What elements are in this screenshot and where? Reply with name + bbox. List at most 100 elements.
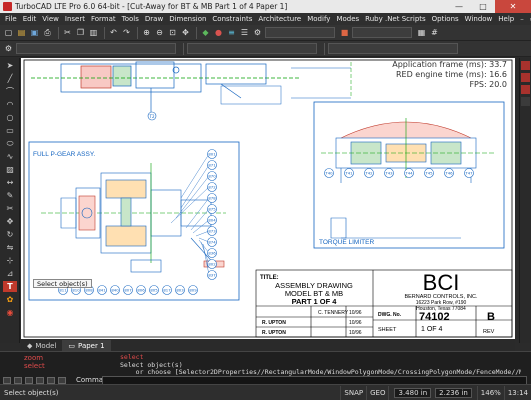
menu-edit[interactable]: Edit xyxy=(20,15,40,23)
render-tool-icon[interactable]: ◉ xyxy=(3,307,17,318)
symbol-tool-icon[interactable]: ✿ xyxy=(3,294,17,305)
measure-tool-icon[interactable]: ⊿ xyxy=(3,268,17,279)
paste-icon[interactable]: ▥ xyxy=(88,27,99,38)
redo-icon[interactable]: ↷ xyxy=(121,27,132,38)
top-assembly-view xyxy=(31,61,301,118)
select-arrow-icon[interactable]: ➤ xyxy=(3,60,17,71)
menu-constraints[interactable]: Constraints xyxy=(209,15,255,23)
doc-minimize-button[interactable]: – xyxy=(517,15,527,23)
panel-toggle-icon[interactable] xyxy=(521,73,530,82)
arc-tool-icon[interactable]: ◠ xyxy=(3,99,17,110)
settings-icon[interactable]: ⚙ xyxy=(252,27,263,38)
open-folder-icon[interactable]: ▤ xyxy=(16,27,27,38)
title-block-text: TITLE: ASSEMBLY DRAWING MODEL BT & MB PA… xyxy=(260,270,495,336)
menu-draw[interactable]: Draw xyxy=(142,15,166,23)
menu-window[interactable]: Window xyxy=(462,15,496,23)
command-option-button[interactable] xyxy=(58,376,66,384)
menu-ruby-net-scripts[interactable]: Ruby .Net Scripts xyxy=(362,15,428,23)
y-coordinate[interactable]: 2.236 in xyxy=(435,387,472,398)
geo-toggle[interactable]: GEO xyxy=(366,385,388,400)
rectangle-tool-icon[interactable]: ▭ xyxy=(3,125,17,136)
layer-combo[interactable] xyxy=(265,27,335,38)
menu-modify[interactable]: Modify xyxy=(304,15,333,23)
gear-icon[interactable]: ⚙ xyxy=(3,43,14,54)
callout-balloon: 802 xyxy=(207,259,217,269)
x-coordinate[interactable]: 3.480 in xyxy=(394,387,432,398)
dimension-tool-icon[interactable]: ↔ xyxy=(3,177,17,188)
print-icon[interactable]: ⎙ xyxy=(42,27,53,38)
title-line-3: PART 1 OF 4 xyxy=(292,297,338,306)
tab-paper-1[interactable]: ▭ Paper 1 xyxy=(62,340,111,351)
balloon-label: 808 xyxy=(85,288,93,293)
trim-tool-icon[interactable]: ✂ xyxy=(3,203,17,214)
ellipse-tool-icon[interactable]: ⬭ xyxy=(3,138,17,149)
balloon-label: 871 xyxy=(208,163,216,168)
zoom-in-icon[interactable]: ⊕ xyxy=(141,27,152,38)
torque-balloon-group: T40 T41 T42 T43 T44 T45 T46 T47 xyxy=(324,168,474,178)
maximize-button[interactable]: □ xyxy=(471,0,495,13)
rotate-tool-icon[interactable]: ↻ xyxy=(3,229,17,240)
menu-format[interactable]: Format xyxy=(88,15,119,23)
panel-toggle-icon[interactable] xyxy=(521,97,530,106)
cut-icon[interactable]: ✂ xyxy=(62,27,73,38)
curve-tool-icon[interactable]: ∿ xyxy=(3,151,17,162)
undo-icon[interactable]: ↶ xyxy=(108,27,119,38)
doc-restore-button[interactable]: ▭ xyxy=(527,15,531,23)
color-icon[interactable]: ■ xyxy=(339,27,350,38)
pgear-balloon-group: 801 871 870 872 878 875 804 873 874 836 802 837 xyxy=(207,149,217,280)
zoom-out-icon[interactable]: ⊖ xyxy=(154,27,165,38)
modify-tool-icon[interactable]: ✎ xyxy=(3,190,17,201)
menu-modes[interactable]: Modes xyxy=(333,15,362,23)
snap-toggle[interactable]: SNAP xyxy=(340,385,366,400)
mirror-tool-icon[interactable]: ⇋ xyxy=(3,242,17,253)
properties-icon[interactable]: ☰ xyxy=(239,27,250,38)
menu-file[interactable]: File xyxy=(2,15,20,23)
menu-architecture[interactable]: Architecture xyxy=(255,15,304,23)
copy-icon[interactable]: ❐ xyxy=(75,27,86,38)
menu-help[interactable]: Help xyxy=(495,15,517,23)
style-combo[interactable] xyxy=(352,27,412,38)
close-button[interactable]: ✕ xyxy=(495,0,531,13)
drawing-canvas[interactable]: T2 FULL P-GEAR ASSY. 801 871 870 872 878… xyxy=(21,58,515,339)
line-tool-icon[interactable]: ╱ xyxy=(3,73,17,84)
callout-balloon: 840 xyxy=(110,285,120,295)
pan-icon[interactable]: ✥ xyxy=(180,27,191,38)
menu-insert[interactable]: Insert xyxy=(62,15,88,23)
render-icon[interactable]: ◆ xyxy=(200,27,211,38)
zoom-window-icon[interactable]: ⊡ xyxy=(167,27,178,38)
snap-tool-icon[interactable]: ⊹ xyxy=(3,255,17,266)
hatch-tool-icon[interactable]: ▨ xyxy=(3,164,17,175)
block-icon[interactable]: ▦ xyxy=(416,27,427,38)
minimize-button[interactable]: — xyxy=(447,0,471,13)
line-style-combo[interactable] xyxy=(328,43,458,54)
pen-combo[interactable] xyxy=(187,43,317,54)
command-option-button[interactable] xyxy=(25,376,33,384)
command-option-button[interactable] xyxy=(3,376,11,384)
menu-dimension[interactable]: Dimension xyxy=(166,15,209,23)
command-option-button[interactable] xyxy=(47,376,55,384)
command-option-button[interactable] xyxy=(14,376,22,384)
move-tool-icon[interactable]: ✥ xyxy=(3,216,17,227)
command-option-button[interactable] xyxy=(36,376,44,384)
text-tool-icon[interactable]: T xyxy=(3,281,17,292)
zoom-level[interactable]: 146% xyxy=(476,385,504,400)
balloon-label: T47 xyxy=(464,171,473,176)
pgear-leaders xyxy=(170,153,210,276)
new-file-icon[interactable]: ▢ xyxy=(3,27,14,38)
circle-tool-icon[interactable]: ○ xyxy=(3,112,17,123)
menu-options[interactable]: Options xyxy=(429,15,462,23)
panel-toggle-icon[interactable] xyxy=(521,85,530,94)
panel-toggle-icon[interactable] xyxy=(521,61,530,70)
tab-model[interactable]: ◆ Model xyxy=(21,340,62,351)
polyline-tool-icon[interactable]: ⌒ xyxy=(3,86,17,97)
menu-tools[interactable]: Tools xyxy=(119,15,142,23)
command-label: Command xyxy=(76,376,112,384)
menu-view[interactable]: View xyxy=(39,15,62,23)
workplane-combo[interactable] xyxy=(16,43,176,54)
grid-icon[interactable]: # xyxy=(429,27,440,38)
material-icon[interactable]: ● xyxy=(213,27,224,38)
layer-icon[interactable]: ≡ xyxy=(226,27,237,38)
save-icon[interactable]: ▣ xyxy=(29,27,40,38)
command-history: select Select object(s) or choose [Selec… xyxy=(120,354,521,377)
balloon-label: T41 xyxy=(344,171,353,176)
